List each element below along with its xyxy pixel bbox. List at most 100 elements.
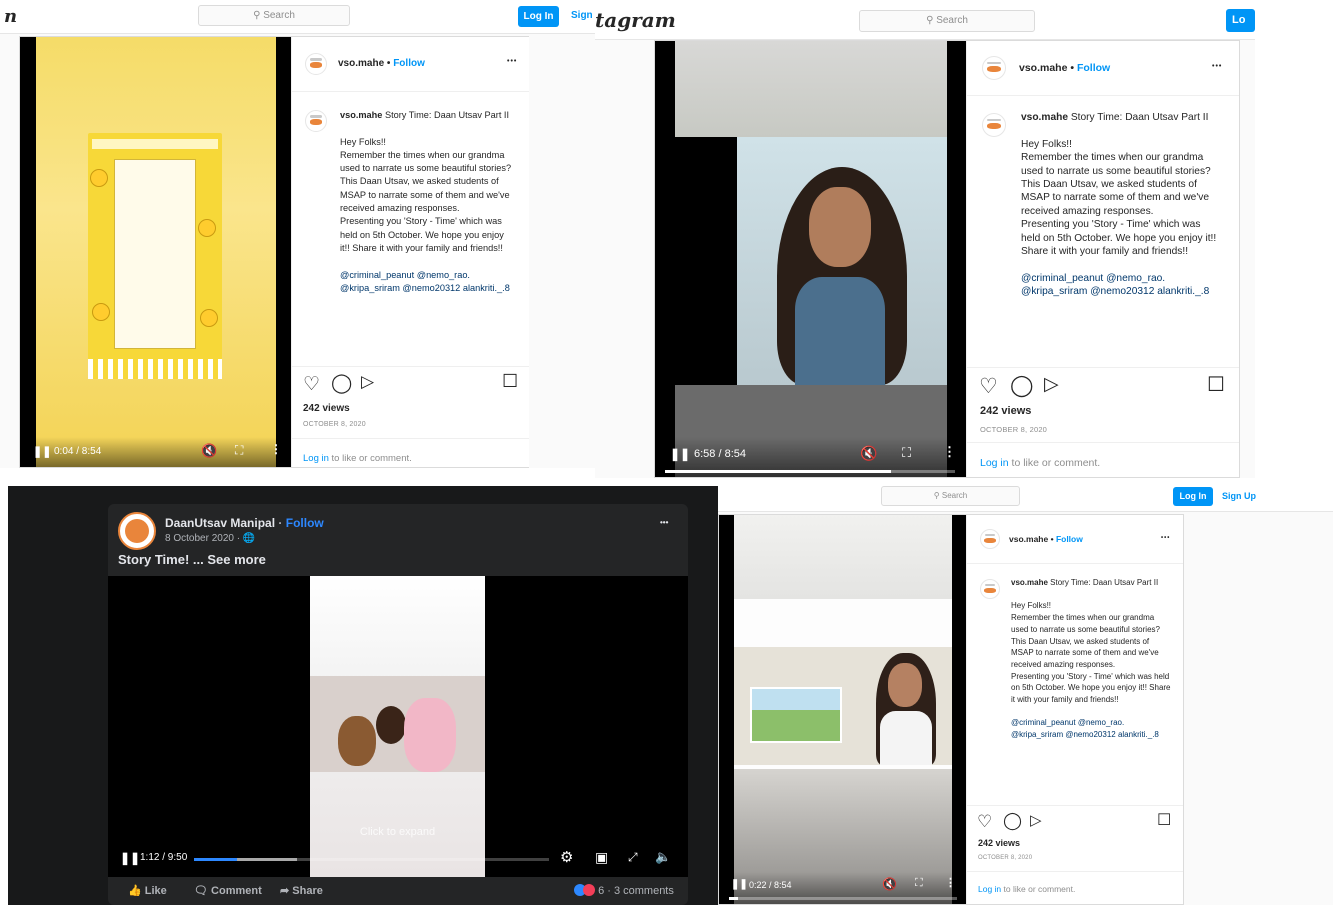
fullscreen-icon[interactable]: ⛶ <box>235 443 243 458</box>
more-icon[interactable]: ⋮ <box>270 442 282 456</box>
more-options-icon[interactable]: ••• <box>507 58 517 65</box>
doll <box>404 698 456 772</box>
bookmark-icon[interactable]: ☐ <box>1207 372 1225 397</box>
mute-icon[interactable]: 🔇 <box>882 877 897 891</box>
more-options-icon[interactable]: ••• <box>1161 535 1170 541</box>
avatar[interactable] <box>305 53 327 75</box>
mentions[interactable]: @criminal_peanut @nemo_rao. @kripa_srira… <box>340 269 516 296</box>
post-sidebar: vso.mahe • Follow ••• vso.mahe Story Tim… <box>966 41 1239 477</box>
comment-icon[interactable]: ◯ <box>1010 373 1034 398</box>
caption: vso.mahe Story Time: Daan Utsav Part II … <box>340 109 516 361</box>
mentions[interactable]: @criminal_peanut @nemo_rao. @kripa_srira… <box>1021 272 1221 299</box>
avatar[interactable] <box>982 113 1006 137</box>
volume-icon[interactable]: 🔈 <box>655 849 671 865</box>
search-input[interactable]: ⚲ Search <box>198 5 350 26</box>
comment-icon[interactable]: ◯ <box>331 372 352 395</box>
fullscreen-icon[interactable]: ⛶ <box>915 877 923 890</box>
video-progress-bar[interactable] <box>665 470 955 473</box>
login-link[interactable]: Log in <box>980 457 1009 469</box>
pause-icon[interactable]: ❚❚ <box>670 447 690 461</box>
comment-icon[interactable]: ◯ <box>1003 811 1022 831</box>
avatar[interactable] <box>980 579 1000 599</box>
video-player[interactable]: ❚❚ 6:58 / 8:54 🔇 ⛶ ⋮ <box>655 41 966 477</box>
mentions[interactable]: @criminal_peanut @nemo_rao. @kripa_srira… <box>1011 717 1171 740</box>
username[interactable]: vso.mahe <box>1019 62 1067 74</box>
video-progress-bar[interactable] <box>729 897 957 900</box>
miniplayer-icon[interactable]: ▣ <box>595 849 608 866</box>
video-player[interactable]: Click to expand ❚❚ 1:12 / 9:50 ⚙ ▣ ⤢ 🔈 <box>108 576 688 877</box>
search-input[interactable]: ⚲ Search <box>881 486 1020 506</box>
share-action[interactable]: ➦ Share <box>280 884 323 897</box>
video-progress-bar[interactable] <box>194 858 549 861</box>
search-icon: ⚲ <box>926 15 934 26</box>
comment-action[interactable]: 🗨 Comment <box>194 884 262 897</box>
login-button[interactable]: Log In <box>518 6 559 27</box>
follow-button[interactable]: Follow <box>286 516 324 530</box>
post-text[interactable]: Story Time! ... See more <box>118 552 266 567</box>
login-link[interactable]: Log in <box>978 884 1001 894</box>
share-icon[interactable]: ▷ <box>1030 811 1042 829</box>
page-name[interactable]: DaanUtsav Manipal <box>165 516 275 530</box>
share-icon[interactable]: ▷ <box>1044 373 1059 396</box>
instagram-logo[interactable]: n <box>4 6 17 27</box>
more-options-icon[interactable]: ••• <box>1212 63 1222 70</box>
login-link[interactable]: Log in <box>303 453 329 464</box>
like-action[interactable]: 👍 Like <box>128 884 167 897</box>
more-icon[interactable]: ⋮ <box>943 444 956 460</box>
caption-username[interactable]: vso.mahe <box>340 110 382 120</box>
bookmark-icon[interactable]: ☐ <box>502 371 518 392</box>
login-prompt: Log in to like or comment. <box>967 442 1239 477</box>
heart-icon[interactable]: ♡ <box>977 812 992 832</box>
caption-line: Hey Folks!! <box>340 136 386 147</box>
video-player[interactable]: ❚❚ 0:22 / 8:54 🔇 ⛶ ⋮ <box>719 515 966 904</box>
more-icon[interactable]: ⋮ <box>945 876 956 889</box>
caption-username[interactable]: vso.mahe <box>1011 578 1048 587</box>
fullscreen-icon[interactable]: ⤢ <box>628 850 638 865</box>
signup-link[interactable]: Sign <box>571 10 593 21</box>
pause-icon[interactable]: ❚❚ <box>731 879 748 890</box>
pause-icon[interactable]: ❚❚ <box>120 851 140 865</box>
top-nav-bar: tagram ⚲ Search Lo <box>595 0 1255 40</box>
action-bar: ♡ ◯ ▷ ☐ 242 views October 8, 2020 <box>292 366 529 438</box>
settings-icon[interactable]: ⚙ <box>560 848 573 866</box>
username[interactable]: vso.mahe <box>338 58 384 69</box>
instagram-logo[interactable]: tagram <box>595 8 676 32</box>
more-options-icon[interactable]: ••• <box>660 518 668 527</box>
post-header: vso.mahe • Follow ••• <box>967 41 1239 96</box>
teddy-bear <box>338 716 376 766</box>
username[interactable]: vso.mahe <box>1009 534 1048 544</box>
video-time: 0:22 / 8:54 <box>749 880 792 890</box>
video-player[interactable]: ❚❚ 0:04 / 8:54 🔇 ⛶ ⋮ <box>20 37 291 467</box>
search-icon: ⚲ <box>933 491 940 500</box>
bookmark-icon[interactable]: ☐ <box>1157 810 1171 830</box>
signup-link[interactable]: Sign Up <box>1222 491 1256 501</box>
video-controls: ❚❚ 0:22 / 8:54 🔇 ⛶ ⋮ <box>719 872 966 904</box>
video-time: 6:58 / 8:54 <box>694 448 746 460</box>
share-icon[interactable]: ▷ <box>361 372 374 392</box>
caption-username[interactable]: vso.mahe <box>1021 112 1068 123</box>
avatar[interactable] <box>305 110 327 132</box>
username-row: vso.mahe • Follow <box>1019 62 1111 74</box>
video-controls: ❚❚ 0:04 / 8:54 🔇 ⛶ ⋮ <box>20 437 291 467</box>
login-button[interactable]: Lo <box>1226 9 1255 32</box>
search-input[interactable]: ⚲ Search <box>859 10 1035 32</box>
expand-overlay[interactable]: Click to expand <box>310 826 485 838</box>
heart-icon[interactable]: ♡ <box>303 373 320 396</box>
avatar[interactable] <box>980 529 1000 549</box>
mute-icon[interactable]: 🔇 <box>201 443 217 459</box>
reaction-summary[interactable]: 6 · 3 comments <box>574 884 674 897</box>
instagram-post-panel-2: tagram ⚲ Search Lo ❚❚ 6:58 / 8:54 🔇 ⛶ ⋮ <box>595 0 1255 478</box>
fullscreen-icon[interactable]: ⛶ <box>902 445 911 461</box>
mute-icon[interactable]: 🔇 <box>860 445 877 462</box>
follow-button[interactable]: Follow <box>393 58 425 69</box>
avatar[interactable] <box>982 56 1006 80</box>
post-date[interactable]: 8 October 2020 · <box>165 533 243 544</box>
follow-button[interactable]: Follow <box>1056 534 1083 544</box>
login-prompt-text: to like or comment. <box>1003 884 1076 894</box>
login-button[interactable]: Log In <box>1173 487 1213 506</box>
heart-icon[interactable]: ♡ <box>979 374 998 399</box>
post-date: October 8, 2020 <box>303 421 366 428</box>
pause-icon[interactable]: ❚❚ <box>33 445 51 458</box>
follow-button[interactable]: Follow <box>1077 62 1110 74</box>
page-avatar[interactable] <box>118 512 156 550</box>
